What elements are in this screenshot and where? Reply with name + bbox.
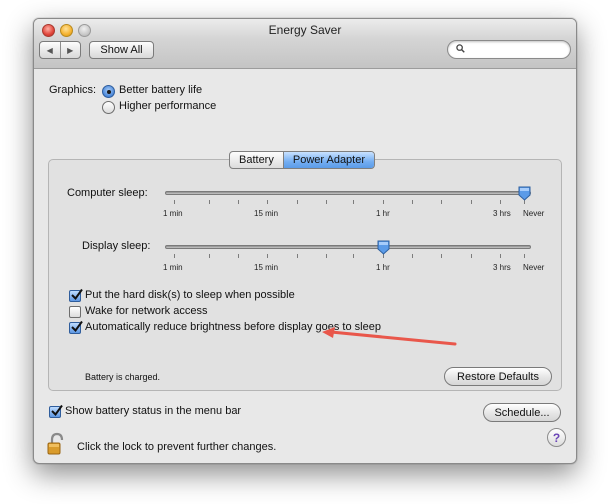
forward-arrow-icon[interactable]: ▶ <box>59 42 81 58</box>
titlebar: Energy Saver ◀ ▶ Show All <box>34 19 576 69</box>
tab-battery[interactable]: Battery <box>230 152 284 168</box>
higher-performance-label: Higher performance <box>119 100 217 112</box>
ds-tick-never: Never <box>523 263 545 272</box>
lock-text: Click the lock to prevent further change… <box>77 441 277 453</box>
wake-network-label: Wake for network access <box>85 305 208 317</box>
display-sleep-slider-knob[interactable] <box>377 240 390 255</box>
energy-saver-window: Energy Saver ◀ ▶ Show All Graphics: Bett… <box>33 18 577 464</box>
ds-tick-3hrs: 3 hrs <box>493 263 511 272</box>
show-all-button[interactable]: Show All <box>89 41 154 59</box>
computer-sleep-label: Computer sleep: <box>67 187 148 199</box>
cs-tick-1min: 1 min <box>163 209 183 218</box>
cs-tick-3hrs: 3 hrs <box>493 209 511 218</box>
radio-higher-performance[interactable] <box>102 101 115 114</box>
hard-disk-sleep-checkbox[interactable] <box>69 288 83 302</box>
radio-better-battery-life[interactable] <box>102 85 115 98</box>
checkmark-icon <box>71 288 83 301</box>
preferences-content: Graphics: Better battery life Higher per… <box>34 70 576 463</box>
graphics-label: Graphics: <box>49 84 97 96</box>
ds-tick-1min: 1 min <box>163 263 183 272</box>
lock-icon[interactable] <box>47 432 67 456</box>
battery-status-text: Battery is charged. <box>85 372 161 382</box>
ds-tick-15min: 15 min <box>254 263 279 272</box>
schedule-button[interactable]: Schedule... <box>483 403 561 422</box>
show-battery-status-label: Show battery status in the menu bar <box>65 405 242 417</box>
window-title: Energy Saver <box>268 23 342 37</box>
reduce-brightness-checkbox[interactable] <box>69 320 83 334</box>
hard-disk-sleep-label: Put the hard disk(s) to sleep when possi… <box>85 289 295 301</box>
cs-tick-never: Never <box>523 209 545 218</box>
computer-sleep-slider-knob[interactable] <box>518 186 531 201</box>
display-sleep-label: Display sleep: <box>82 240 151 252</box>
restore-defaults-button[interactable]: Restore Defaults <box>444 367 552 386</box>
checkmark-icon <box>71 320 83 333</box>
tab-power-adapter[interactable]: Power Adapter <box>283 152 375 168</box>
magnifier-icon <box>456 44 465 53</box>
annotation-arrow-icon <box>322 327 457 346</box>
back-arrow-icon[interactable]: ◀ <box>40 42 60 58</box>
wake-network-checkbox[interactable] <box>69 306 81 318</box>
cs-tick-15min: 15 min <box>254 209 279 218</box>
display-sleep-slider[interactable] <box>165 245 531 249</box>
back-forward-control: ◀ ▶ <box>39 41 81 59</box>
computer-sleep-slider[interactable] <box>165 191 531 195</box>
tab-bar: Battery Power Adapter <box>229 151 376 169</box>
power-adapter-panel: Computer sleep: 1 min 15 min 1 hr 3 hrs … <box>48 159 562 391</box>
ds-tick-1hr: 1 hr <box>376 263 390 272</box>
show-battery-status-checkbox[interactable] <box>49 404 63 418</box>
checkmark-icon <box>51 404 63 417</box>
help-button[interactable]: ? <box>547 428 566 447</box>
cs-tick-1hr: 1 hr <box>376 209 390 218</box>
better-battery-life-label: Better battery life <box>119 84 203 96</box>
search-input[interactable] <box>447 40 571 59</box>
